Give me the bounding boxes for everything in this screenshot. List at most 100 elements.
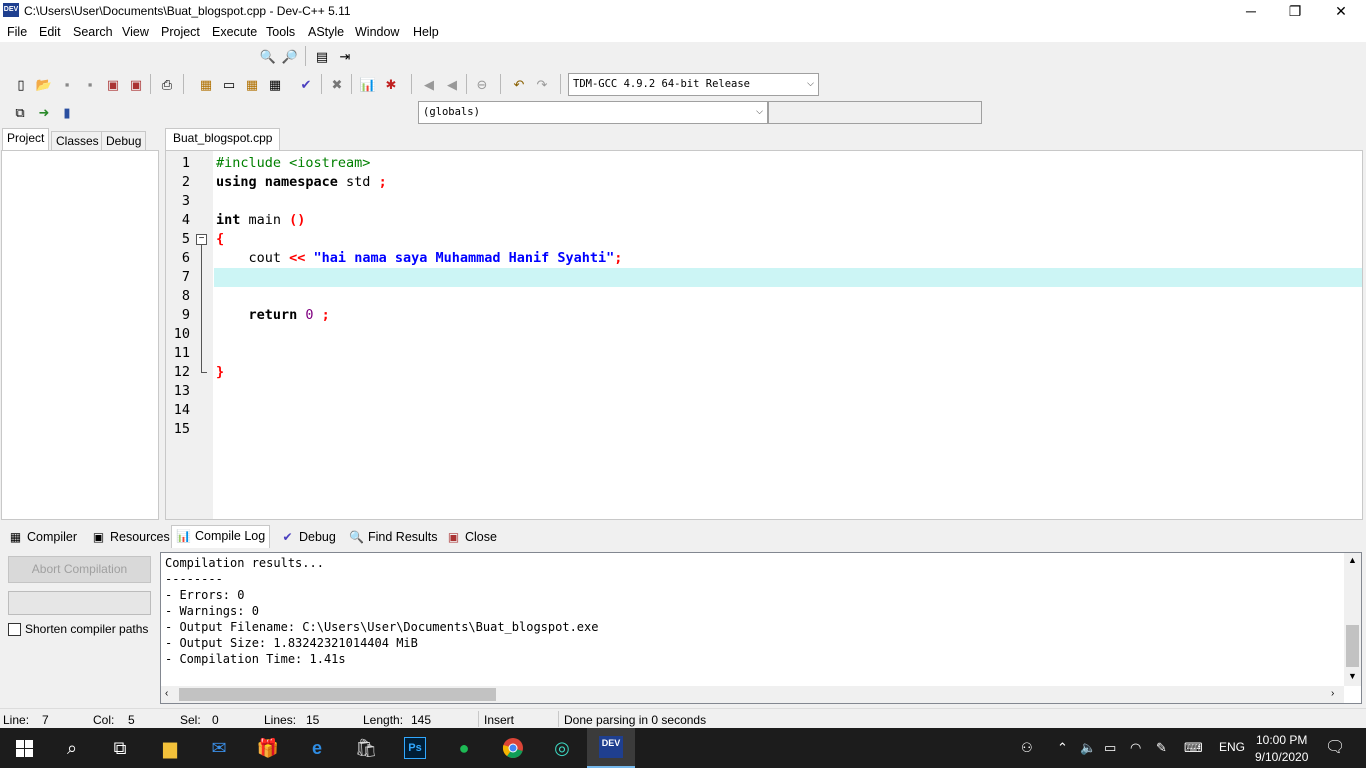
menu-search[interactable]: Search	[73, 25, 113, 39]
redo-icon[interactable]: ↷	[532, 74, 552, 94]
restore-button[interactable]: ❐	[1272, 0, 1318, 22]
close-file-icon[interactable]: ▣	[103, 74, 123, 94]
compile-icon[interactable]: ▦	[196, 74, 216, 94]
menu-window[interactable]: Window	[355, 25, 399, 39]
search-icon[interactable]: ⌕	[48, 728, 96, 768]
indent-icon[interactable]: ◀	[419, 74, 439, 94]
tab-compile-log[interactable]: 📊 Compile Log	[171, 525, 271, 548]
print-icon[interactable]: ⎙	[157, 74, 177, 94]
menu-file[interactable]: File	[7, 25, 27, 39]
scope-select[interactable]: (globals) ⌵	[418, 101, 768, 124]
scroll-left-icon[interactable]: ‹	[165, 688, 168, 699]
chrome-icon[interactable]	[489, 728, 537, 768]
tab-find-results[interactable]: 🔍 Find Results	[345, 527, 441, 548]
clock-date[interactable]: 9/10/2020	[1255, 750, 1308, 764]
status-sel-label: Sel:	[180, 713, 201, 727]
people-icon[interactable]: ⚇	[1021, 740, 1033, 756]
compile-log-output[interactable]: Compilation results... -------- - Errors…	[160, 552, 1362, 704]
volume-icon[interactable]: 🔈	[1080, 740, 1096, 756]
find-icon[interactable]: 🔍	[258, 46, 278, 66]
shorten-paths-checkbox[interactable]	[8, 622, 21, 636]
line-number: 2	[181, 174, 190, 190]
edge-browser-icon[interactable]: e	[293, 728, 341, 768]
spotify-icon[interactable]: ●	[440, 728, 488, 768]
tab-close[interactable]: ▣ Close	[442, 527, 501, 548]
clock-time[interactable]: 10:00 PM	[1256, 733, 1307, 747]
horizontal-scroll-thumb[interactable]	[179, 688, 496, 701]
tab-project[interactable]: Project	[2, 128, 50, 150]
member-select[interactable]	[768, 101, 982, 124]
menu-view[interactable]: View	[122, 25, 149, 39]
tab-classes[interactable]: Classes	[51, 131, 104, 150]
photoshop-icon[interactable]: Ps	[391, 728, 439, 768]
menu-edit[interactable]: Edit	[39, 25, 61, 39]
tab-resources[interactable]: ▣ Resources	[87, 527, 174, 548]
save-icon[interactable]: ▪	[57, 74, 77, 94]
undo-icon[interactable]: ↶	[509, 74, 529, 94]
find-next-icon[interactable]: 🔎	[280, 46, 300, 66]
project-options-icon[interactable]: ▮	[57, 102, 77, 122]
minimize-button[interactable]: ─	[1228, 0, 1274, 22]
teal-app-icon[interactable]: ◎	[538, 728, 586, 768]
tab-label: Close	[465, 530, 497, 544]
menu-astyle[interactable]: AStyle	[308, 25, 344, 39]
keyword: using namespace	[216, 174, 338, 190]
toggle-comment-icon[interactable]: ⊖	[472, 74, 492, 94]
compile-run-icon[interactable]: ▦	[242, 74, 262, 94]
menu-help[interactable]: Help	[413, 25, 439, 39]
fold-collapse-icon[interactable]: −	[196, 234, 207, 245]
delete-profile-icon[interactable]: ✱	[381, 74, 401, 94]
tab-compiler[interactable]: ▦ Compiler	[4, 527, 81, 548]
menu-project[interactable]: Project	[161, 25, 200, 39]
code-editor[interactable]: 1 2 3 4 5 6 7 8 9 10 11 12 13 14 15 − #i…	[165, 150, 1363, 520]
menu-execute[interactable]: Execute	[212, 25, 257, 39]
battery-icon[interactable]: ▭	[1104, 740, 1116, 756]
scroll-down-icon[interactable]: ▼	[1348, 671, 1357, 681]
close-all-icon[interactable]: ▣	[126, 74, 146, 94]
scroll-right-icon[interactable]: ›	[1331, 688, 1334, 699]
toggle-bookmark-icon[interactable]: ▤	[312, 46, 332, 66]
store-icon[interactable]: 🛍	[342, 728, 390, 768]
horizontal-scrollbar[interactable]: ‹ ›	[161, 686, 1344, 703]
start-button[interactable]	[0, 728, 48, 768]
unindent-icon[interactable]: ◀	[442, 74, 462, 94]
keyword: int	[216, 212, 241, 228]
syntax-check-icon[interactable]: ✔	[296, 74, 316, 94]
gift-app-icon[interactable]: 🎁	[244, 728, 292, 768]
task-view-icon[interactable]: ⧉	[96, 728, 144, 768]
language-indicator[interactable]: ENG	[1219, 740, 1245, 754]
abort-compilation-button[interactable]: Abort Compilation	[8, 556, 151, 583]
scroll-up-icon[interactable]: ▲	[1348, 555, 1357, 565]
wifi-icon[interactable]: ◠	[1130, 740, 1141, 756]
devcpp-taskbar-icon[interactable]: DEV	[587, 728, 635, 768]
file-explorer-icon[interactable]: ▆	[146, 728, 194, 768]
save-all-icon[interactable]: ▪	[80, 74, 100, 94]
notifications-icon[interactable]: 🗨	[1325, 737, 1345, 757]
open-file-icon[interactable]: 📂	[34, 74, 54, 94]
new-project-icon[interactable]: ⧉	[10, 102, 30, 122]
profile-icon[interactable]: 📊	[358, 74, 378, 94]
vertical-scroll-thumb[interactable]	[1346, 625, 1359, 667]
rebuild-icon[interactable]: ▦	[265, 74, 285, 94]
tab-debug[interactable]: Debug	[101, 131, 147, 150]
mail-icon[interactable]: ✉	[195, 728, 243, 768]
stop-execution-icon[interactable]: ✖	[327, 74, 347, 94]
vertical-scrollbar[interactable]: ▲ ▼	[1344, 553, 1361, 686]
run-icon[interactable]: ▭	[219, 74, 239, 94]
tab-debug-bottom[interactable]: ✔ Debug	[276, 527, 340, 548]
shorten-compiler-paths[interactable]: Shorten compiler paths	[8, 622, 148, 636]
project-browser[interactable]	[1, 150, 159, 520]
keyboard-icon[interactable]: ⌨	[1184, 740, 1203, 756]
status-length-value: 145	[411, 713, 432, 727]
menu-tools[interactable]: Tools	[266, 25, 295, 39]
chevron-up-icon[interactable]: ⌃	[1057, 740, 1068, 756]
compiler-select[interactable]: TDM-GCC 4.9.2 64-bit Release ⌵	[568, 73, 819, 96]
pen-icon[interactable]: ✎	[1156, 740, 1167, 756]
add-to-project-icon[interactable]: ➜	[34, 102, 54, 122]
new-file-icon[interactable]: ▯	[11, 74, 31, 94]
goto-line-icon[interactable]: ⇥	[335, 46, 355, 66]
toolbar-separator	[321, 74, 322, 94]
devcpp-app-icon: DEV	[3, 3, 19, 17]
editor-tab[interactable]: Buat_blogspot.cpp	[165, 128, 281, 150]
close-window-button[interactable]: ✕	[1318, 0, 1364, 22]
